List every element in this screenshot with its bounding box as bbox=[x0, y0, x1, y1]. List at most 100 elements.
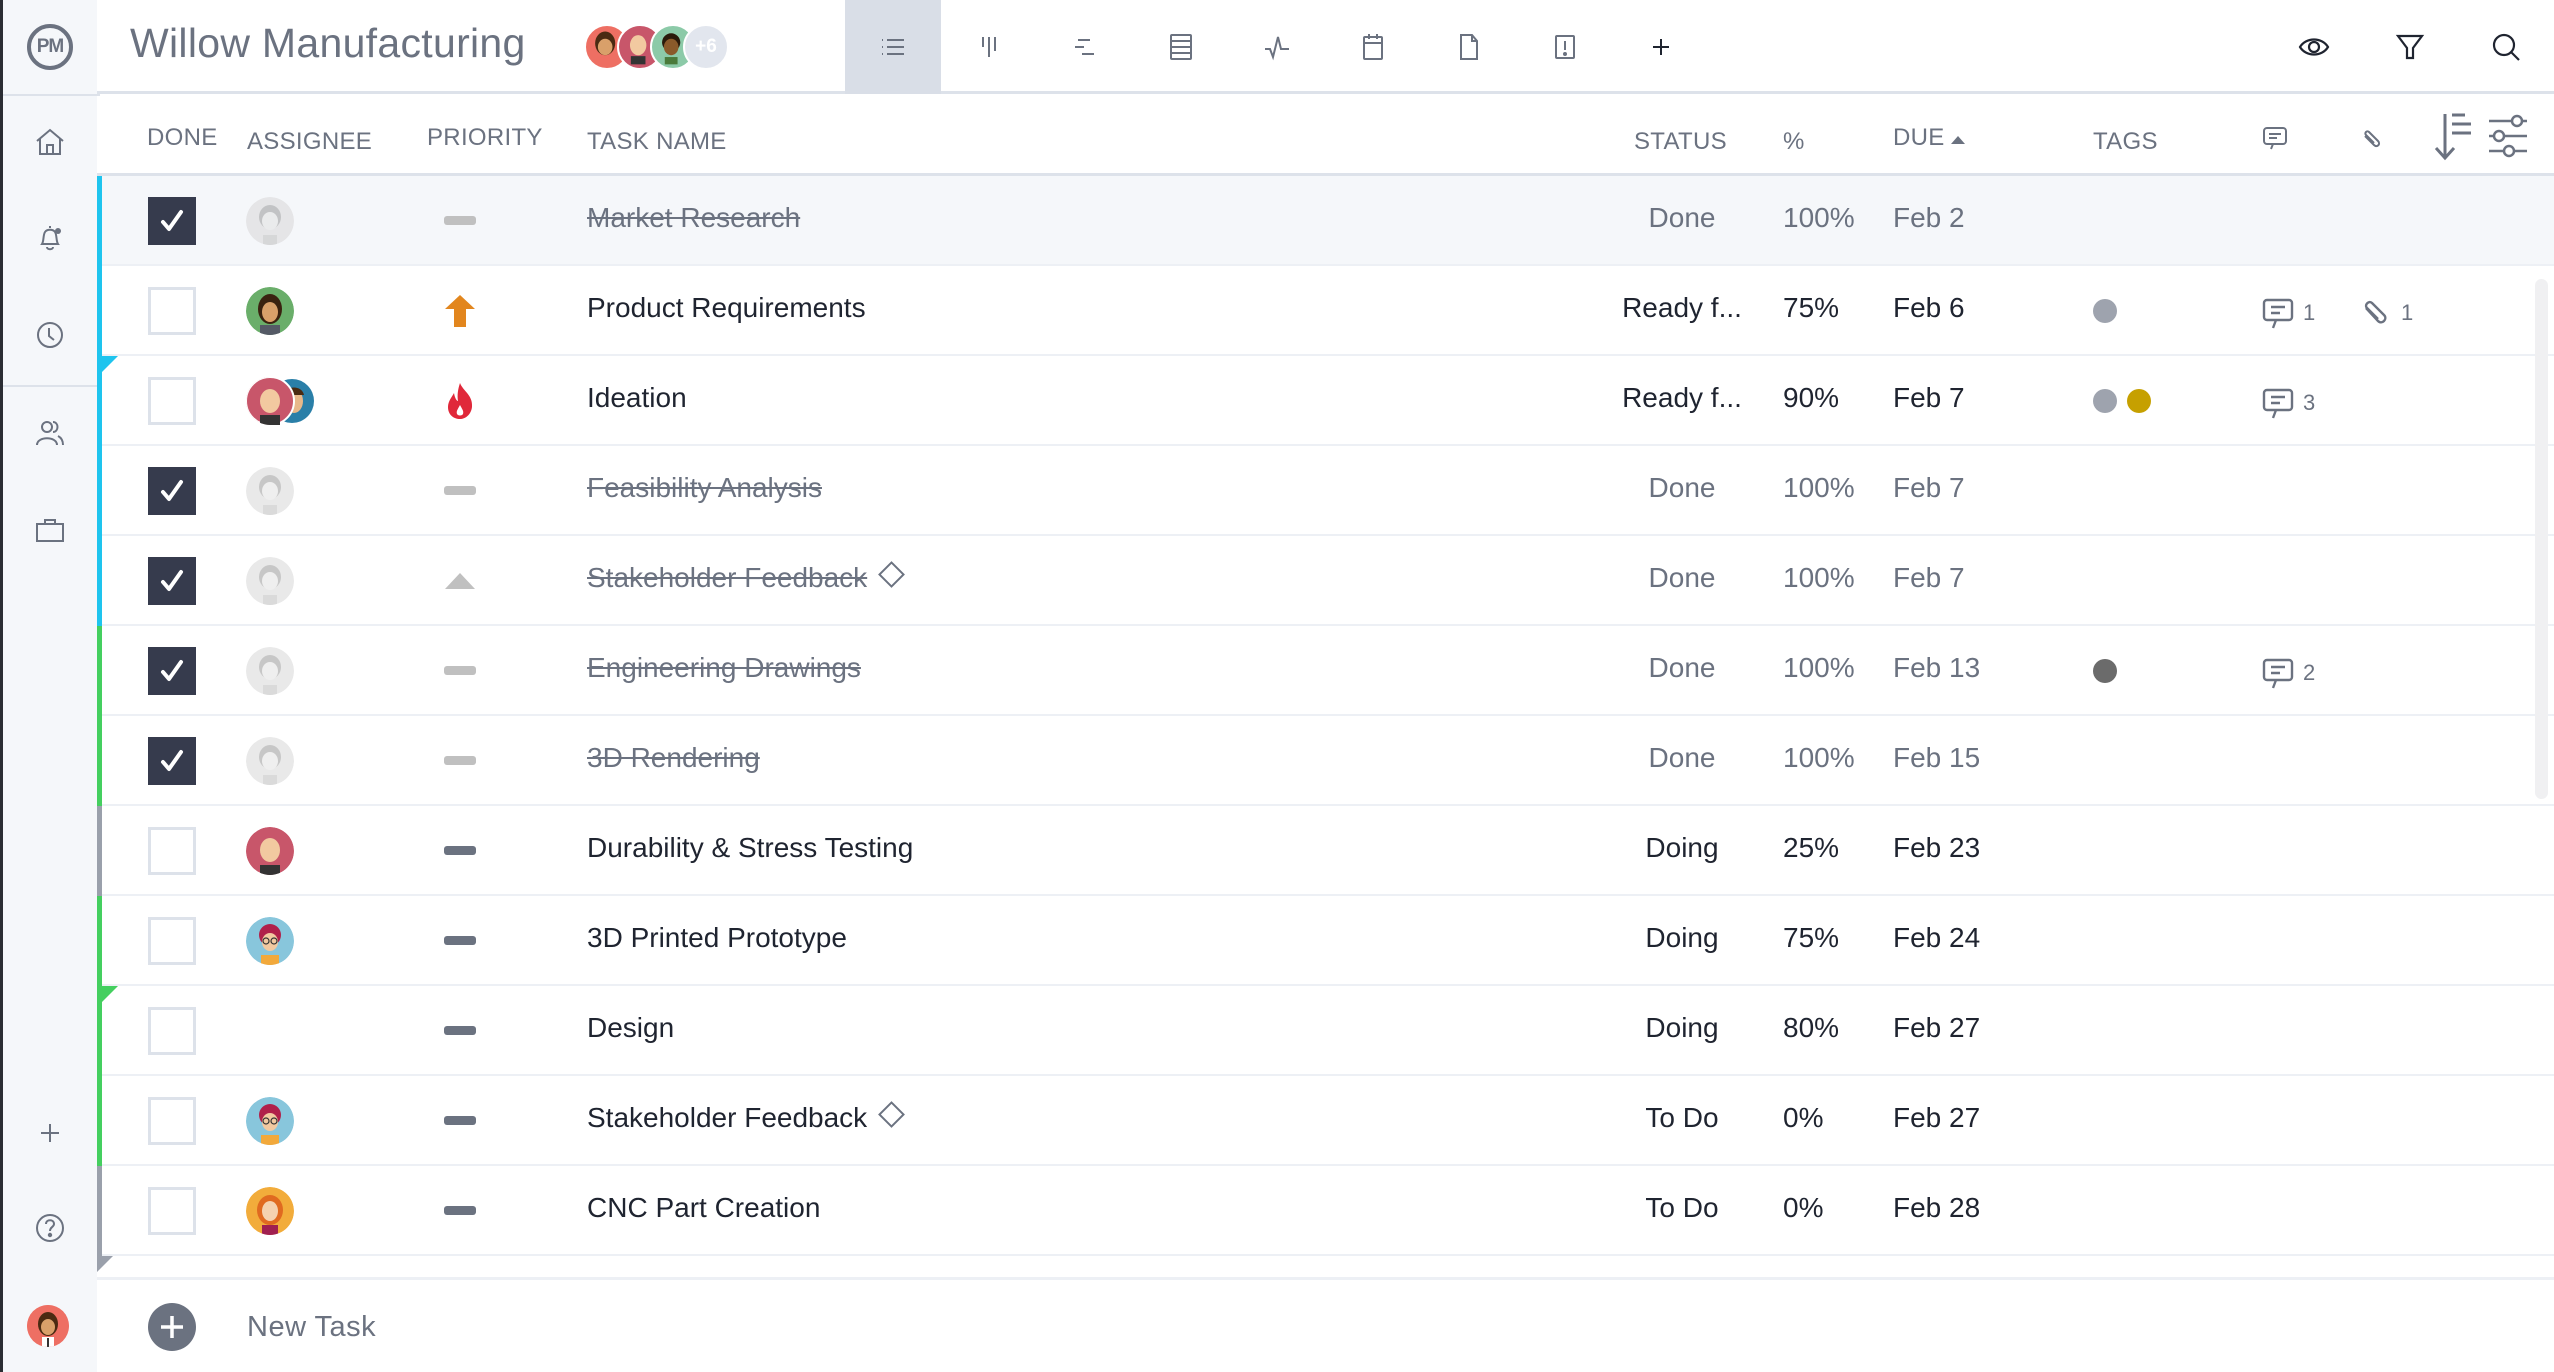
priority-indicator[interactable] bbox=[440, 1191, 480, 1231]
task-due-date[interactable]: Feb 27 bbox=[1893, 1012, 1980, 1044]
task-name[interactable]: Ideation bbox=[587, 382, 687, 414]
column-settings-icon[interactable] bbox=[2487, 112, 2531, 164]
team-more-badge[interactable]: +6 bbox=[683, 24, 729, 70]
column-header-tags[interactable]: TAGS bbox=[2093, 128, 2158, 156]
done-checkbox[interactable] bbox=[148, 1187, 196, 1235]
task-row[interactable]: CNC Part Creation To Do 0% Feb 28 bbox=[97, 1166, 2554, 1256]
tab-board-view[interactable] bbox=[941, 0, 1037, 94]
sidebar-item-home[interactable] bbox=[3, 112, 97, 172]
task-row[interactable]: Durability & Stress Testing Doing 25% Feb 2… bbox=[97, 806, 2554, 896]
priority-indicator[interactable] bbox=[440, 831, 480, 871]
task-status[interactable]: Done bbox=[1582, 742, 1782, 774]
assignee-avatar[interactable] bbox=[246, 647, 294, 695]
done-checkbox[interactable] bbox=[148, 377, 196, 425]
task-row[interactable]: Product Requirements Ready f... 75% Feb 6 1 1 bbox=[97, 266, 2554, 356]
priority-indicator[interactable] bbox=[440, 561, 480, 601]
task-due-date[interactable]: Feb 27 bbox=[1893, 1102, 1980, 1134]
task-due-date[interactable]: Feb 28 bbox=[1893, 1192, 1980, 1224]
priority-indicator[interactable] bbox=[440, 291, 480, 331]
task-due-date[interactable]: Feb 24 bbox=[1893, 922, 1980, 954]
task-row[interactable]: Ideation Ready f... 90% Feb 7 3 bbox=[97, 356, 2554, 446]
tab-sheet-view[interactable] bbox=[1133, 0, 1229, 94]
task-percent-complete[interactable]: 75% bbox=[1783, 292, 1839, 324]
task-status[interactable]: Doing bbox=[1582, 832, 1782, 864]
search-button[interactable] bbox=[2458, 0, 2554, 94]
tab-files-view[interactable] bbox=[1421, 0, 1517, 94]
task-comments[interactable]: 3 bbox=[2261, 385, 2315, 421]
task-status[interactable]: Doing bbox=[1582, 922, 1782, 954]
tab-gantt-view[interactable] bbox=[1037, 0, 1133, 94]
task-attachments[interactable]: 1 bbox=[2359, 295, 2413, 331]
tab-list-view[interactable] bbox=[845, 0, 941, 94]
done-checkbox[interactable] bbox=[148, 827, 196, 875]
task-name[interactable]: Stakeholder Feedback bbox=[587, 561, 906, 594]
new-task-row[interactable]: New Task bbox=[97, 1283, 2554, 1372]
sort-order-icon[interactable] bbox=[2433, 112, 2477, 164]
done-checkbox[interactable] bbox=[148, 1097, 196, 1145]
task-status[interactable]: Done bbox=[1582, 202, 1782, 234]
sidebar-item-timesheets[interactable] bbox=[3, 305, 97, 365]
task-name[interactable]: Feasibility Analysis bbox=[587, 472, 822, 504]
task-row[interactable]: Market Research Done 100% Feb 2 bbox=[97, 176, 2554, 266]
user-avatar[interactable] bbox=[27, 1305, 69, 1347]
task-status[interactable]: Doing bbox=[1582, 1012, 1782, 1044]
filter-button[interactable] bbox=[2362, 0, 2458, 94]
task-status[interactable]: Ready f... bbox=[1582, 382, 1782, 414]
column-header-due[interactable]: DUE bbox=[1893, 124, 1966, 152]
task-status[interactable]: Done bbox=[1582, 652, 1782, 684]
task-row[interactable]: 3D Printed Prototype Doing 75% Feb 24 bbox=[97, 896, 2554, 986]
column-header-assignee[interactable]: ASSIGNEE bbox=[247, 128, 372, 156]
task-tags[interactable] bbox=[2093, 299, 2117, 323]
task-row[interactable]: Stakeholder Feedback To Do 0% Feb 27 bbox=[97, 1076, 2554, 1166]
task-name[interactable]: Design bbox=[587, 1012, 674, 1044]
task-percent-complete[interactable]: 100% bbox=[1783, 562, 1855, 594]
view-options-button[interactable] bbox=[2266, 0, 2362, 94]
assignee-avatar[interactable] bbox=[246, 1187, 294, 1235]
priority-indicator[interactable] bbox=[440, 1101, 480, 1141]
assignee-avatar[interactable] bbox=[246, 287, 294, 335]
tab-calendar-view[interactable] bbox=[1325, 0, 1421, 94]
assignee-avatar[interactable] bbox=[246, 917, 294, 965]
sidebar-item-help[interactable] bbox=[3, 1198, 97, 1258]
task-percent-complete[interactable]: 75% bbox=[1783, 922, 1839, 954]
sidebar-item-notifications[interactable] bbox=[3, 208, 97, 268]
new-task-label[interactable]: New Task bbox=[247, 1311, 376, 1344]
task-percent-complete[interactable]: 0% bbox=[1783, 1102, 1823, 1134]
task-name[interactable]: Stakeholder Feedback bbox=[587, 1101, 906, 1134]
column-header-done[interactable]: DONE bbox=[147, 124, 218, 152]
task-name[interactable]: Durability & Stress Testing bbox=[587, 832, 913, 864]
add-view-button[interactable] bbox=[1613, 0, 1709, 94]
task-tags[interactable] bbox=[2093, 389, 2151, 413]
task-due-date[interactable]: Feb 15 bbox=[1893, 742, 1980, 774]
task-due-date[interactable]: Feb 23 bbox=[1893, 832, 1980, 864]
priority-indicator[interactable] bbox=[440, 381, 480, 421]
task-due-date[interactable]: Feb 7 bbox=[1893, 472, 1965, 504]
column-header-task-name[interactable]: TASK NAME bbox=[587, 128, 727, 156]
tab-risks-view[interactable] bbox=[1517, 0, 1613, 94]
task-percent-complete[interactable]: 100% bbox=[1783, 742, 1855, 774]
priority-indicator[interactable] bbox=[440, 741, 480, 781]
task-percent-complete[interactable]: 100% bbox=[1783, 202, 1855, 234]
done-checkbox[interactable] bbox=[148, 287, 196, 335]
task-due-date[interactable]: Feb 6 bbox=[1893, 292, 1965, 324]
task-percent-complete[interactable]: 100% bbox=[1783, 472, 1855, 504]
task-tags[interactable] bbox=[2093, 659, 2117, 683]
task-row[interactable]: Engineering Drawings Done 100% Feb 13 2 bbox=[97, 626, 2554, 716]
task-name[interactable]: 3D Rendering bbox=[587, 742, 760, 774]
task-name[interactable]: 3D Printed Prototype bbox=[587, 922, 847, 954]
done-checkbox[interactable] bbox=[148, 467, 196, 515]
task-comments[interactable]: 2 bbox=[2261, 655, 2315, 691]
task-percent-complete[interactable]: 0% bbox=[1783, 1192, 1823, 1224]
task-due-date[interactable]: Feb 7 bbox=[1893, 562, 1965, 594]
column-header-status[interactable]: STATUS bbox=[1634, 128, 1727, 156]
done-checkbox[interactable] bbox=[148, 1007, 196, 1055]
task-status[interactable]: Done bbox=[1582, 472, 1782, 504]
task-due-date[interactable]: Feb 13 bbox=[1893, 652, 1980, 684]
project-title[interactable]: Willow Manufacturing bbox=[130, 20, 526, 67]
app-logo[interactable]: PM bbox=[3, 0, 97, 94]
done-checkbox[interactable] bbox=[148, 557, 196, 605]
assignee-avatar[interactable] bbox=[246, 827, 294, 875]
assignee-avatar[interactable] bbox=[246, 197, 294, 245]
task-status[interactable]: Done bbox=[1582, 562, 1782, 594]
task-row[interactable]: Design Doing 80% Feb 27 bbox=[97, 986, 2554, 1076]
